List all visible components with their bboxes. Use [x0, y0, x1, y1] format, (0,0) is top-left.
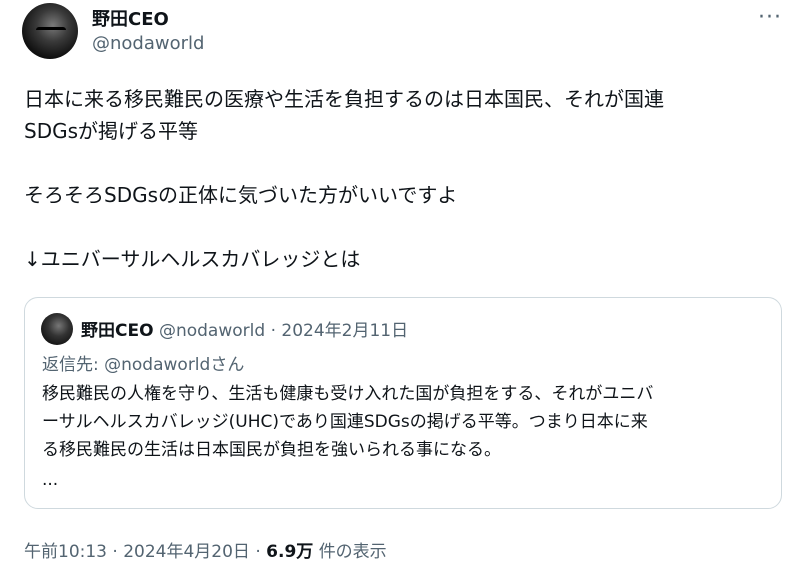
tweet-date[interactable]: 2024年4月20日 — [123, 542, 250, 562]
quoted-text-line: 移民難民の人権を守り、生活も健康も受け入れた国が負担をする、それがユニバ — [42, 384, 654, 404]
quoted-author-name: 野田CEO — [81, 321, 154, 341]
quoted-text-ellipsis: ... — [42, 470, 59, 490]
tweet-text: 日本に来る移民難民の医療や生活を負担するのは日本国民、それが国連 SDGsが掲げ… — [24, 83, 784, 275]
quoted-text-line: ーサルヘルスカバレッジ(UHC)であり国連SDGsの掲げる平等。つまり日本に来 — [42, 412, 648, 432]
footer-separator: · — [112, 542, 118, 562]
quoted-author-avatar — [41, 313, 73, 345]
footer-separator: · — [255, 542, 261, 562]
tweet-line-gap — [24, 147, 784, 179]
quoted-tweet-header: 野田CEO @nodaworld · 2024年2月11日 — [81, 316, 408, 341]
reply-to-label: 返信先: @nodaworldさん — [42, 355, 245, 375]
tweet-time[interactable]: 午前10:13 — [24, 542, 107, 562]
quoted-tweet-date: 2024年2月11日 — [281, 321, 409, 341]
header-separator: · — [270, 321, 276, 341]
quoted-text-line: る移民難民の生活は日本国民が負担を強いられる事になる。 — [42, 440, 501, 460]
author-name[interactable]: 野田CEO — [92, 5, 169, 31]
quoted-tweet-text: 移民難民の人権を守り、生活も健康も受け入れた国が負担をする、それがユニバ ーサル… — [42, 380, 767, 464]
author-avatar[interactable] — [22, 3, 78, 59]
view-count: 6.9万 — [266, 542, 314, 562]
quoted-tweet-card[interactable]: 野田CEO @nodaworld · 2024年2月11日 返信先: @noda… — [24, 297, 782, 509]
tweet-text-line: 日本に来る移民難民の医療や生活を負担するのは日本国民、それが国連 — [24, 87, 664, 111]
avatar-glasses-detail — [36, 27, 66, 38]
author-handle[interactable]: @nodaworld — [92, 33, 204, 54]
more-options-icon[interactable]: ··· — [758, 5, 782, 30]
view-count-label: 件の表示 — [318, 542, 387, 562]
tweet-meta-footer: 午前10:13 · 2024年4月20日 · 6.9万 件の表示 — [24, 537, 387, 562]
tweet-line-gap — [24, 211, 784, 243]
quoted-author-handle: @nodaworld — [158, 321, 266, 341]
tweet-text-line: そろそろSDGsの正体に気づいた方がいいですよ — [24, 183, 458, 207]
tweet-text-line: ↓ユニバーサルヘルスカバレッジとは — [24, 247, 361, 271]
tweet-text-line: SDGsが掲げる平等 — [24, 119, 199, 143]
